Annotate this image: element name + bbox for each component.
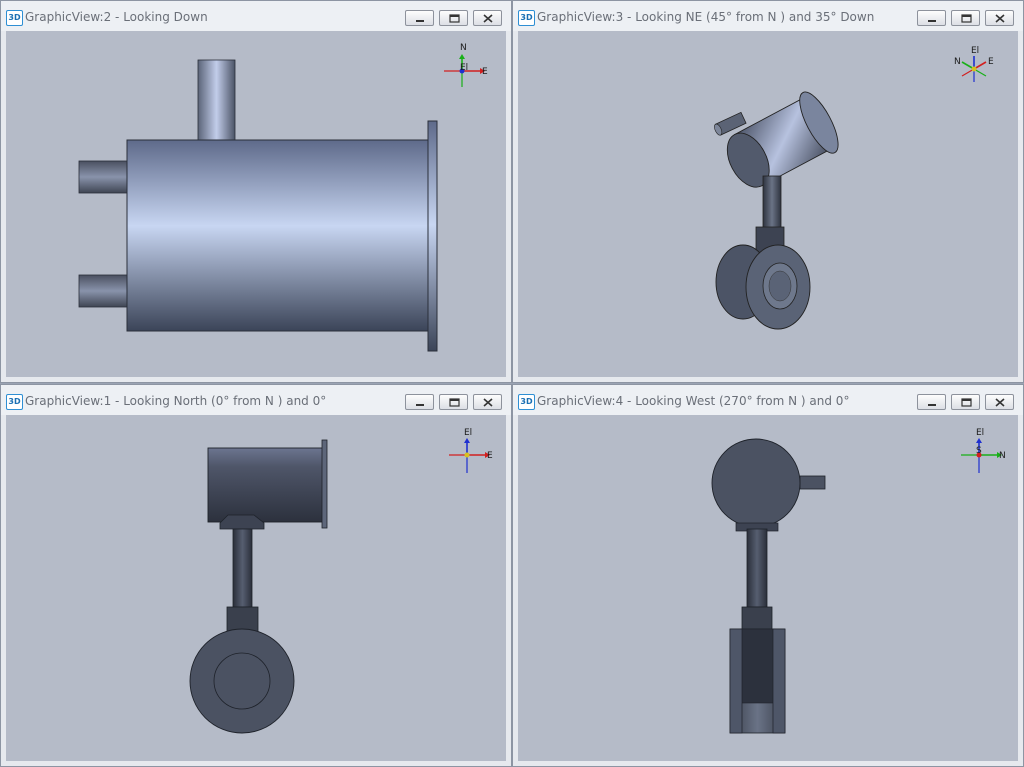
3d-icon: 3D xyxy=(518,394,535,410)
compass-axes-icon: N El E xyxy=(444,43,488,87)
window-titlebar[interactable]: 3D GraphicView:4 - Looking West (270° fr… xyxy=(513,385,1023,415)
svg-text:El: El xyxy=(976,428,984,438)
restore-button[interactable] xyxy=(951,394,980,410)
close-button[interactable] xyxy=(473,394,502,410)
pipe-model-north-view: El E xyxy=(189,428,493,734)
compass-axes-icon: El E xyxy=(449,428,493,473)
minimize-icon xyxy=(416,20,424,22)
close-button[interactable] xyxy=(985,394,1014,410)
window-titlebar[interactable]: 3D GraphicView:3 - Looking NE (45° from … xyxy=(513,1,1023,31)
3d-icon: 3D xyxy=(6,10,23,26)
svg-text:N: N xyxy=(954,57,961,67)
window-title: GraphicView:4 - Looking West (270° from … xyxy=(537,394,850,408)
minimize-button[interactable] xyxy=(917,10,946,26)
restore-button[interactable] xyxy=(439,394,468,410)
close-icon xyxy=(483,14,493,23)
close-icon xyxy=(995,14,1005,23)
window-titlebar[interactable]: 3D GraphicView:2 - Looking Down xyxy=(1,1,511,31)
window-graphicview-2[interactable]: 3D GraphicView:2 - Looking Down N El E xyxy=(0,0,512,383)
svg-text:N: N xyxy=(460,43,467,53)
svg-text:N: N xyxy=(999,451,1006,461)
pipe-model-west-view: El S N xyxy=(711,428,1006,734)
minimize-icon xyxy=(928,20,936,22)
minimize-icon xyxy=(928,404,936,406)
svg-text:E: E xyxy=(988,57,994,67)
restore-icon xyxy=(961,398,972,407)
svg-text:E: E xyxy=(487,451,493,461)
restore-icon xyxy=(449,398,460,407)
restore-icon xyxy=(961,14,972,23)
window-graphicview-4[interactable]: 3D GraphicView:4 - Looking West (270° fr… xyxy=(512,384,1024,767)
window-title: GraphicView:3 - Looking NE (45° from N )… xyxy=(537,10,875,24)
svg-text:S: S xyxy=(976,446,982,456)
3d-viewport[interactable]: El S N xyxy=(518,415,1018,761)
3d-viewport[interactable]: El N E xyxy=(518,31,1018,377)
3d-icon: 3D xyxy=(6,394,23,410)
pipe-model-iso-view: El N E xyxy=(714,46,994,330)
window-titlebar[interactable]: 3D GraphicView:1 - Looking North (0° fro… xyxy=(1,385,511,415)
svg-text:El: El xyxy=(460,63,468,73)
window-graphicview-1[interactable]: 3D GraphicView:1 - Looking North (0° fro… xyxy=(0,384,512,767)
close-button[interactable] xyxy=(985,10,1014,26)
minimize-button[interactable] xyxy=(405,394,434,410)
restore-button[interactable] xyxy=(951,10,980,26)
close-icon xyxy=(483,398,493,407)
window-graphicview-3[interactable]: 3D GraphicView:3 - Looking NE (45° from … xyxy=(512,0,1024,383)
pipe-model-top-view: N El E xyxy=(78,43,488,352)
svg-text:El: El xyxy=(464,428,472,438)
3d-viewport[interactable]: El E xyxy=(6,415,506,761)
svg-text:E: E xyxy=(482,67,488,77)
minimize-icon xyxy=(416,404,424,406)
close-icon xyxy=(995,398,1005,407)
svg-text:El: El xyxy=(971,46,979,56)
window-title: GraphicView:1 - Looking North (0° from N… xyxy=(25,394,327,408)
close-button[interactable] xyxy=(473,10,502,26)
compass-axes-icon: El N E xyxy=(954,46,994,82)
restore-button[interactable] xyxy=(439,10,468,26)
minimize-button[interactable] xyxy=(405,10,434,26)
3d-viewport[interactable]: N El E xyxy=(6,31,506,377)
restore-icon xyxy=(449,14,460,23)
window-title: GraphicView:2 - Looking Down xyxy=(25,10,208,24)
3d-icon: 3D xyxy=(518,10,535,26)
minimize-button[interactable] xyxy=(917,394,946,410)
compass-axes-icon: El S N xyxy=(961,428,1006,473)
